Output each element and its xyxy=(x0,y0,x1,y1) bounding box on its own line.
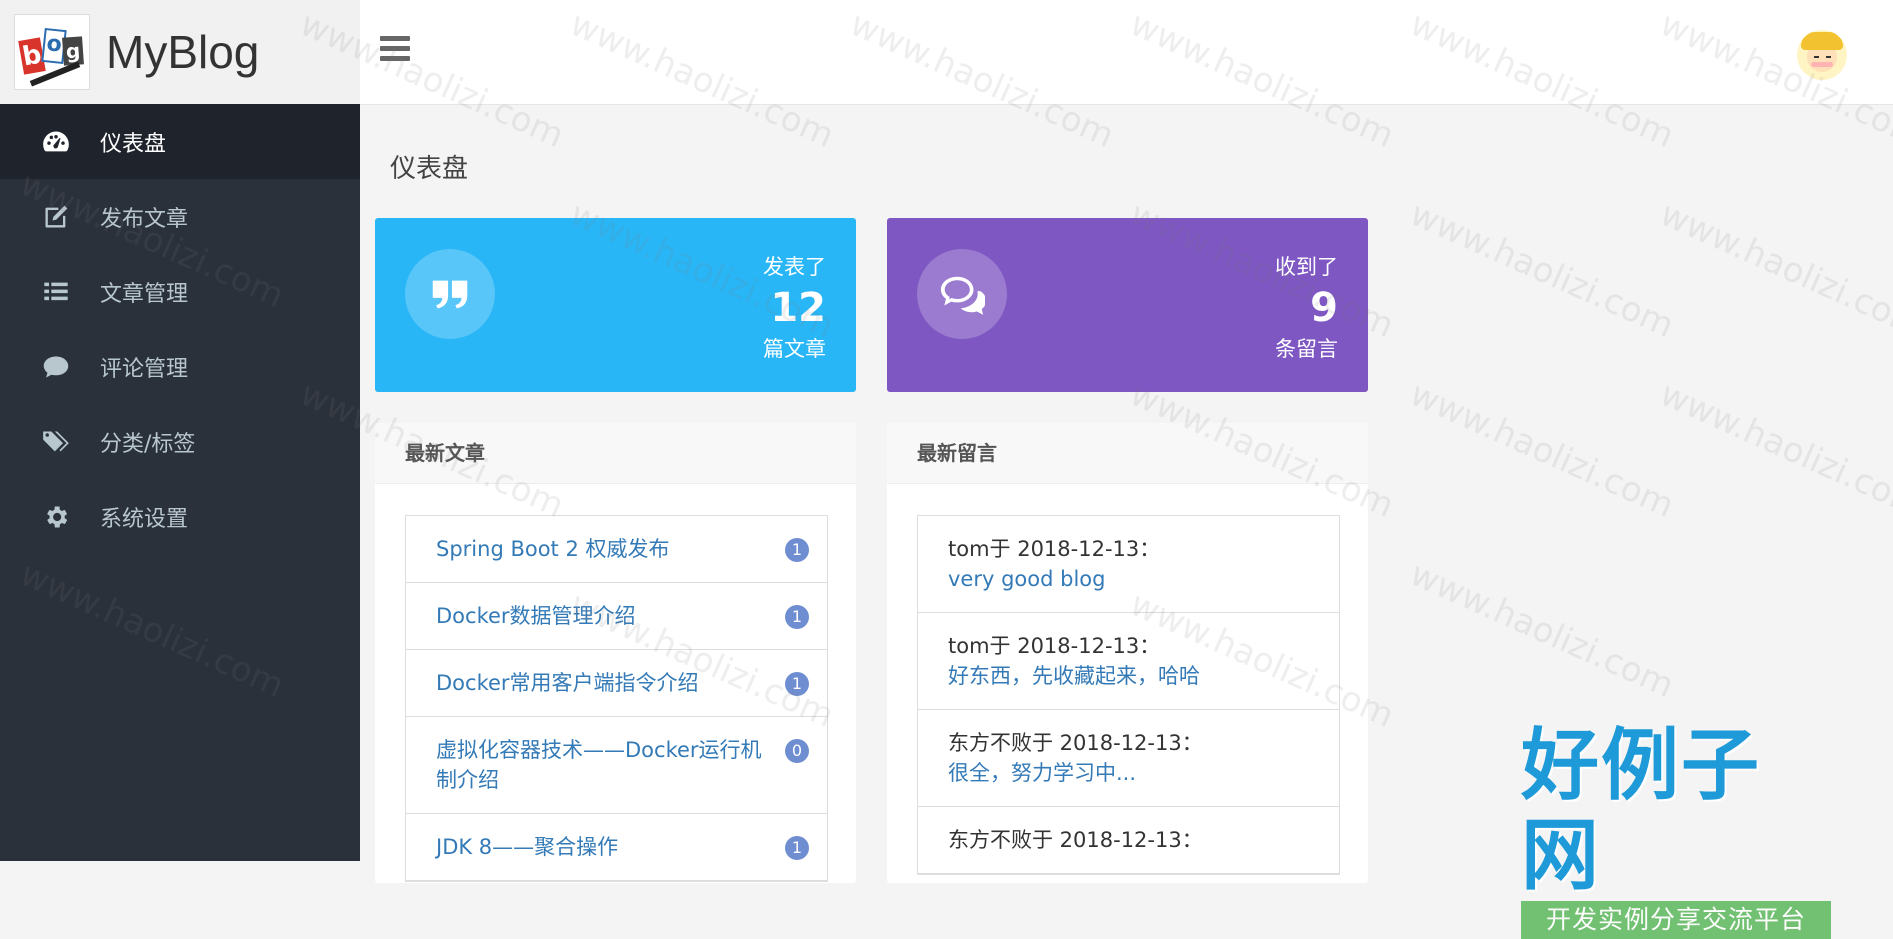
watermark-text: www.haolizi.com xyxy=(1404,193,1680,347)
corner-watermark: 好例子网 开发实例分享交流平台 xyxy=(1521,721,1831,939)
sidebar: bog MyBlog 仪表盘 发布文章 文章管理 评论管理 分类/标签 系统设置 xyxy=(0,0,360,861)
panel-title: 最新留言 xyxy=(887,423,1368,484)
comment-icon xyxy=(42,353,70,381)
tags-icon xyxy=(42,428,70,456)
watermark-text: www.haolizi.com xyxy=(1404,553,1680,707)
article-title[interactable]: Docker常用客户端指令介绍 xyxy=(436,671,699,695)
list-item[interactable]: 虚拟化容器技术——Docker运行机制介绍 0 xyxy=(406,717,827,814)
sidebar-item-comments[interactable]: 评论管理 xyxy=(0,329,360,404)
list-icon xyxy=(42,278,70,306)
comment-list: tom于 2018-12-13： very good blog tom于 201… xyxy=(917,515,1340,875)
comment-count-badge: 1 xyxy=(785,672,809,696)
comment-meta: tom于 2018-12-13： xyxy=(948,634,1161,658)
sidebar-item-articles[interactable]: 文章管理 xyxy=(0,254,360,329)
latest-comments-panel: 最新留言 tom于 2018-12-13： very good blog tom… xyxy=(887,423,1368,883)
top-bar xyxy=(360,0,1893,105)
article-list: Spring Boot 2 权威发布 1 Docker数据管理介绍 1 Dock… xyxy=(405,515,828,882)
list-item[interactable]: Docker数据管理介绍 1 xyxy=(406,583,827,650)
quote-icon xyxy=(405,249,495,339)
brand[interactable]: bog MyBlog xyxy=(0,0,360,104)
avatar[interactable] xyxy=(1797,30,1847,80)
sidebar-item-label: 文章管理 xyxy=(100,281,189,307)
comment-count-badge: 1 xyxy=(785,605,809,629)
article-title[interactable]: JDK 8——聚合操作 xyxy=(436,835,618,859)
brand-name: MyBlog xyxy=(106,26,260,78)
page-title: 仪表盘 xyxy=(390,154,469,184)
watermark-text: www.haolizi.com xyxy=(1654,373,1893,527)
watermark-title: 好例子网 xyxy=(1521,721,1762,901)
articles-stat-card: 发表了 12 篇文章 xyxy=(375,218,856,392)
sidebar-item-label: 仪表盘 xyxy=(100,131,167,157)
comments-stat-card: 收到了 9 条留言 xyxy=(887,218,1368,392)
watermark-text: www.haolizi.com xyxy=(1404,373,1680,527)
sidebar-item-label: 分类/标签 xyxy=(100,431,196,457)
article-count: 12 xyxy=(770,285,826,331)
watermark-text: www.haolizi.com xyxy=(1654,193,1893,347)
comment-body[interactable]: 好东西，先收藏起来，哈哈 xyxy=(948,661,1309,691)
sidebar-item-publish[interactable]: 发布文章 xyxy=(0,179,360,254)
comment-count-badge: 1 xyxy=(785,836,809,860)
sidebar-item-label: 发布文章 xyxy=(100,206,189,232)
latest-articles-panel: 最新文章 Spring Boot 2 权威发布 1 Docker数据管理介绍 1… xyxy=(375,423,856,883)
list-item: tom于 2018-12-13： very good blog xyxy=(918,516,1339,613)
article-title[interactable]: 虚拟化容器技术——Docker运行机制介绍 xyxy=(436,738,762,792)
sidebar-item-label: 系统设置 xyxy=(100,506,189,532)
list-item: tom于 2018-12-13： 好东西，先收藏起来，哈哈 xyxy=(918,613,1339,710)
article-title[interactable]: Docker数据管理介绍 xyxy=(436,604,636,628)
stat-unit: 篇文章 xyxy=(763,337,826,361)
blog-logo: bog xyxy=(14,14,90,90)
stat-label: 收到了 xyxy=(1275,255,1338,279)
edit-icon xyxy=(42,203,70,231)
comment-count-badge: 1 xyxy=(785,538,809,562)
sidebar-nav: 仪表盘 发布文章 文章管理 评论管理 分类/标签 系统设置 xyxy=(0,104,360,554)
chat-bubbles-icon xyxy=(917,249,1007,339)
comment-count-badge: 0 xyxy=(785,739,809,763)
sidebar-item-tags[interactable]: 分类/标签 xyxy=(0,404,360,479)
list-item[interactable]: Spring Boot 2 权威发布 1 xyxy=(406,516,827,583)
watermark-subtitle: 开发实例分享交流平台 xyxy=(1521,901,1831,939)
sidebar-item-dashboard[interactable]: 仪表盘 xyxy=(0,104,360,179)
stat-label: 发表了 xyxy=(763,255,826,279)
stat-unit: 条留言 xyxy=(1275,337,1338,361)
comment-meta: tom于 2018-12-13： xyxy=(948,537,1161,561)
article-title[interactable]: Spring Boot 2 权威发布 xyxy=(436,537,670,561)
sidebar-item-label: 评论管理 xyxy=(100,356,189,382)
comment-meta: 东方不败于 2018-12-13： xyxy=(948,828,1203,852)
dashboard-icon xyxy=(42,128,70,156)
gear-icon xyxy=(42,503,70,531)
list-item: 东方不败于 2018-12-13： 很全，努力学习中... xyxy=(918,710,1339,807)
comment-body[interactable]: 很全，努力学习中... xyxy=(948,758,1309,788)
comment-count: 9 xyxy=(1310,285,1338,331)
comment-meta: 东方不败于 2018-12-13： xyxy=(948,731,1203,755)
list-item[interactable]: Docker常用客户端指令介绍 1 xyxy=(406,650,827,717)
menu-toggle-icon[interactable] xyxy=(380,36,410,64)
list-item[interactable]: JDK 8——聚合操作 1 xyxy=(406,814,827,881)
comment-body[interactable]: very good blog xyxy=(948,564,1309,594)
panel-title: 最新文章 xyxy=(375,423,856,484)
sidebar-item-settings[interactable]: 系统设置 xyxy=(0,479,360,554)
list-item: 东方不败于 2018-12-13： xyxy=(918,807,1339,874)
